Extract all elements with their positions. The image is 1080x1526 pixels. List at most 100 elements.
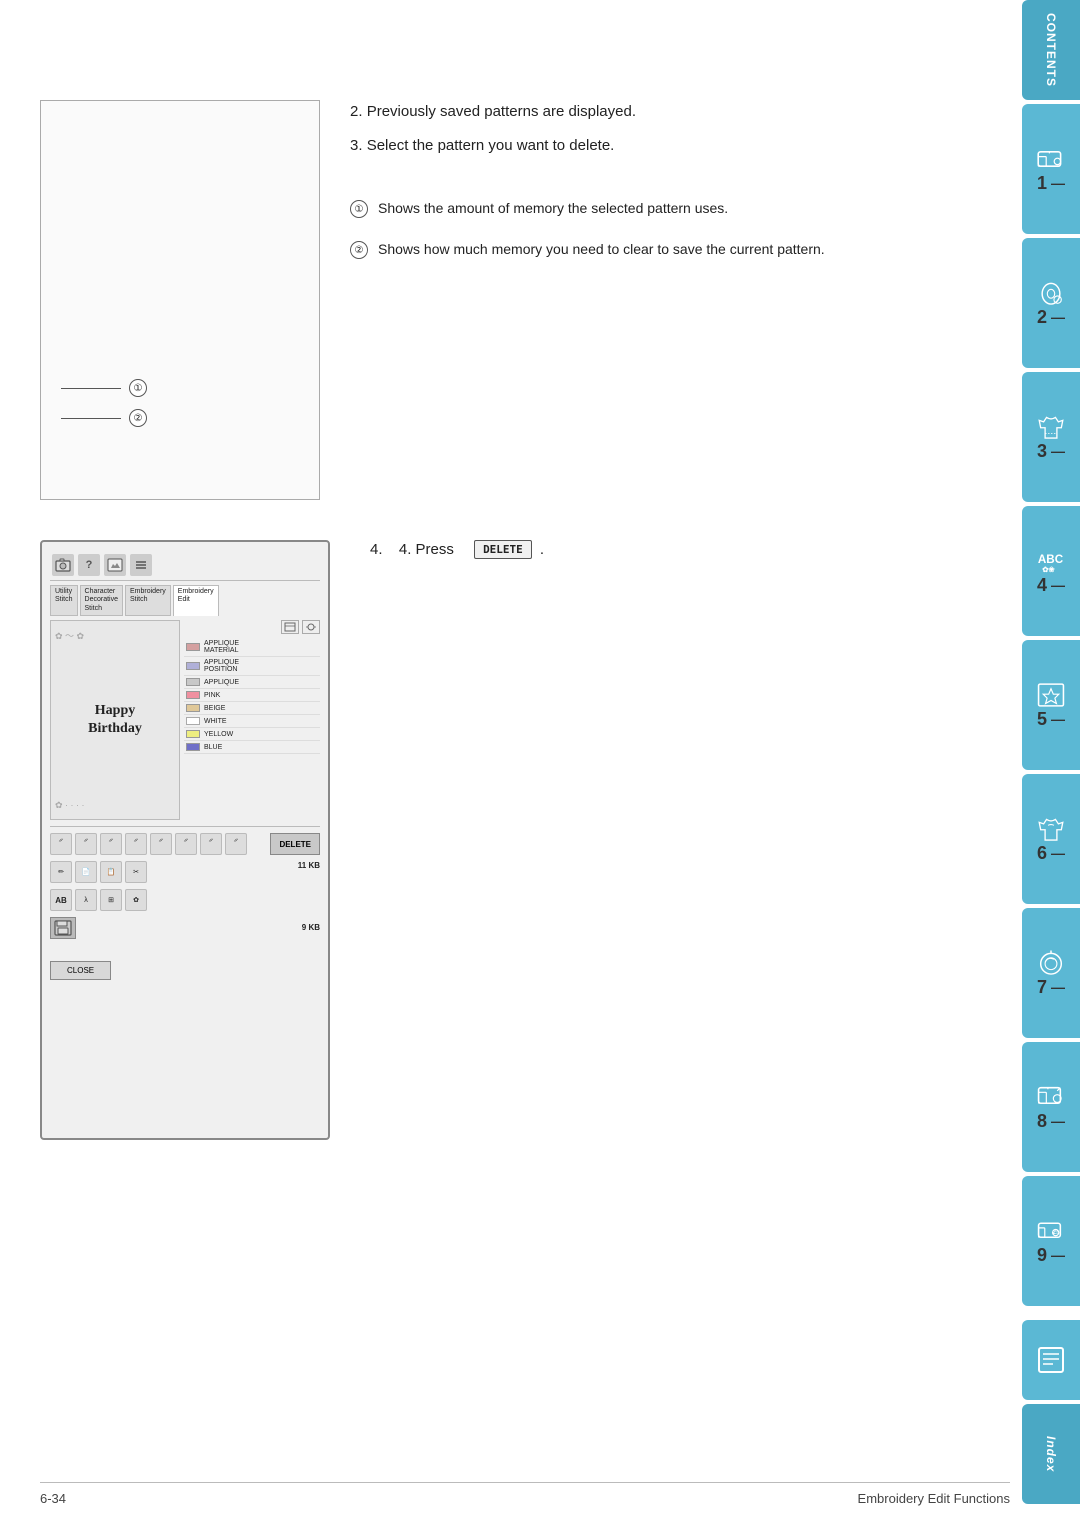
action-icon-pencil[interactable]: ✏ [50,861,72,883]
stitch-icon-7[interactable]: 𝄓 [200,833,222,855]
screen-list-icon-1[interactable] [281,620,299,634]
screen-icon-menu [130,554,152,576]
step-2-body: Previously saved patterns are displayed. [367,103,636,120]
delete-key-button[interactable]: DELETE [474,540,532,559]
page-footer: 6-34 Embroidery Edit Functions [40,1482,1010,1506]
tab-9-row: 9 — [1037,1245,1065,1266]
step4-suffix: . [540,541,544,558]
sidebar-tab-4[interactable]: ABC ✿❀ 4 — [1022,506,1080,636]
sidebar-tab-notes[interactable] [1022,1320,1080,1400]
stitch-icon-5[interactable]: 𝄓 [150,833,172,855]
sidebar-tab-5[interactable]: 5 — [1022,640,1080,770]
screen-tab-character[interactable]: CharacterDecorativeStitch [80,585,123,616]
label-yellow: YELLOW [204,731,233,738]
screen-icon-preview [104,554,126,576]
svg-text:2!: 2! [1053,1229,1059,1236]
callout-dash-1 [61,388,121,389]
annotation-item-1: ① Shows the amount of memory the selecte… [350,198,988,219]
tab-7-dash: — [1051,979,1065,995]
screen-icon-camera [52,554,74,576]
label-applique-position: APPLIQUEPOSITION [204,659,239,673]
sidebar-tab-3[interactable]: 3 — [1022,372,1080,502]
screen-tab-edit[interactable]: EmbroideryEdit [173,585,219,616]
preview-text-line1: Happy [95,703,135,718]
screen-color-list: APPLIQUEMATERIAL APPLIQUEPOSITION APPLIQ… [184,620,320,820]
screen-mockup: ? UtilityStitch C [40,540,330,1140]
action-icon-flower[interactable]: ✿ [125,889,147,911]
screen-close-button[interactable]: CLOSE [50,961,111,980]
screen-list-icon-2[interactable] [302,620,320,634]
shirt-icon-3 [1035,413,1067,441]
action-icons-row: ✏ 📄 📋 ✂ 11 KB [50,861,320,883]
screen-preview-area: ✿ ～ ✿ Happy Birthday ✿ · · · · [50,620,180,820]
label-applique-material: APPLIQUEMATERIAL [204,640,239,654]
action-icon-doc2[interactable]: 📋 [100,861,122,883]
tab-1-number: 1 [1037,173,1047,194]
instructions-area: 2. Previously saved patterns are display… [350,100,988,500]
tab-8-row: 8 — [1037,1111,1065,1132]
tab-3-dash: — [1051,443,1065,459]
stitch-icon-3[interactable]: 𝄓 [100,833,122,855]
callout-container: ① ② [41,379,319,439]
stitch-icon-1[interactable]: 𝄓 [50,833,72,855]
label-applique: APPLIQUE [204,679,239,686]
card-icon-5 [1035,681,1067,709]
step4-text: 4. 4. Press DELETE . [370,540,544,559]
list-item-applique: APPLIQUE [184,676,320,689]
sidebar-tab-6[interactable]: 6 — [1022,774,1080,904]
shirt2-icon-6 [1035,815,1067,843]
sidebar-tab-index[interactable]: Index [1022,1404,1080,1504]
abc-icon-4: ABC ✿❀ [1035,547,1067,575]
preview-decor-bottom: ✿ · · · · [55,800,85,811]
pattern-preview-box: ① ② [40,100,320,500]
tab-4-number: 4 [1037,575,1047,596]
screen-tab-embroidery[interactable]: EmbroideryStitch [125,585,171,616]
tab-8-dash: — [1051,1113,1065,1129]
sidebar-tab-1[interactable]: 1 — [1022,104,1080,234]
swatch-beige [186,704,200,712]
list-item-applique-material: APPLIQUEMATERIAL [184,638,320,657]
stitch-icon-6[interactable]: 𝄓 [175,833,197,855]
kb-bottom-display: 9 KB [302,923,320,933]
stitch-icon-8[interactable]: 𝄓 [225,833,247,855]
action-icon-lambda[interactable]: λ [75,889,97,911]
ab-icons-row: AB λ ⊞ ✿ [50,889,320,911]
tab-3-number: 3 [1037,441,1047,462]
svg-text:✿❀: ✿❀ [1042,564,1054,573]
swatch-applique [186,678,200,686]
screen-delete-button[interactable]: DELETE [270,833,320,855]
action-icon-ab[interactable]: AB [50,889,72,911]
swatch-applique-position [186,662,200,670]
action-icon-cut[interactable]: ✂ [125,861,147,883]
tab-9-number: 9 [1037,1245,1047,1266]
tab-9-dash: — [1051,1247,1065,1263]
swatch-pink [186,691,200,699]
step-3-body: Select the pattern you want to delete. [367,137,615,154]
action-icon-doc[interactable]: 📄 [75,861,97,883]
sidebar-tab-8[interactable]: 8 — [1022,1042,1080,1172]
preview-text-line2: Birthday [88,721,142,736]
step4-prefix: 4. Press [399,541,454,558]
tab-6-dash: — [1051,845,1065,861]
step-2-text: 2. Previously saved patterns are display… [350,100,988,124]
swatch-yellow [186,730,200,738]
list-item-blue: BLUE [184,741,320,754]
action-icon-key[interactable]: ⊞ [100,889,122,911]
notes-icon [1035,1346,1067,1374]
stitch-icon-4[interactable]: 𝄓 [125,833,147,855]
screen-tab-utility[interactable]: UtilityStitch [50,585,78,616]
top-section: ① ② 2. Previously saved patterns are dis… [40,100,988,500]
annotation-item-2: ② Shows how much memory you need to clea… [350,239,988,260]
stitch-icon-2[interactable]: 𝄓 [75,833,97,855]
callout-circle-2: ② [129,409,147,427]
machine2-icon-8 [1035,1083,1067,1111]
sidebar-tab-contents[interactable]: CONTENTS [1022,0,1080,100]
sidebar-tab-2[interactable]: 2 — [1022,238,1080,368]
label-pink: PINK [204,692,220,699]
sidebar-tab-7[interactable]: 7 — [1022,908,1080,1038]
stitch-icons-row: 𝄓 𝄓 𝄓 𝄓 𝄓 𝄓 𝄓 𝄓 DELETE [50,833,320,855]
sidebar-tab-9[interactable]: 2! 9 — [1022,1176,1080,1306]
footer-title: Embroidery Edit Functions [858,1491,1010,1506]
machine3-icon-9: 2! [1035,1217,1067,1245]
tab-6-row: 6 — [1037,843,1065,864]
